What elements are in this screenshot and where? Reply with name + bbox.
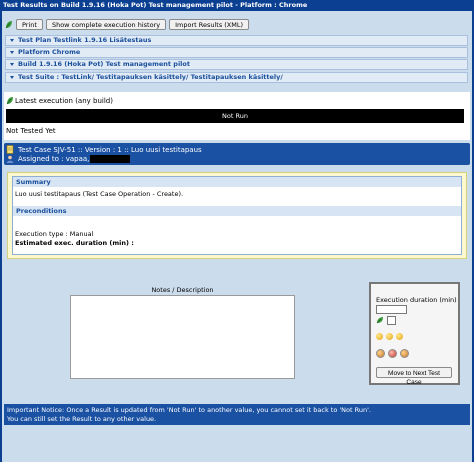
- summary-text: Luo uusi testitapaus (Test Case Operatio…: [15, 190, 184, 198]
- execution-duration-label: Execution duration (min): [376, 296, 457, 304]
- leaf-icon[interactable]: [5, 20, 13, 29]
- show-history-button[interactable]: Show complete execution history: [45, 18, 167, 30]
- summary-heading: Summary: [13, 177, 461, 187]
- leaf-icon[interactable]: [376, 316, 384, 326]
- status-badge: Not Run: [6, 109, 464, 123]
- import-results-button[interactable]: Import Results (XML): [169, 18, 250, 30]
- window-title: Test Results on Build 1.9.16 (Hoka Pot) …: [0, 0, 474, 11]
- toolbar: Print Show complete execution history Im…: [5, 17, 250, 31]
- preconditions-heading: Preconditions: [13, 206, 461, 216]
- notice-line-2: You can still set the Result to any othe…: [7, 414, 157, 423]
- latest-execution-title: Latest execution (any build): [15, 97, 113, 105]
- notes-textarea[interactable]: [70, 295, 295, 379]
- assigned-to: Assigned to : vapaa,: [18, 155, 131, 163]
- fail-bug-icon[interactable]: [388, 349, 397, 358]
- pass-bug-icon[interactable]: [376, 349, 385, 358]
- blocked-bug-icon[interactable]: [400, 349, 409, 358]
- leaf-icon: [6, 96, 14, 107]
- section-platform[interactable]: Platform Chrome: [5, 47, 468, 58]
- checkbox[interactable]: [387, 316, 396, 325]
- execution-type: Execution type : Manual: [15, 230, 94, 238]
- redacted-name: [90, 155, 131, 163]
- not-tested-note: Not Tested Yet: [6, 127, 56, 135]
- estimated-duration: Estimated exec. duration (min) :: [15, 239, 134, 247]
- chevron-down-icon: [10, 50, 14, 54]
- print-button[interactable]: Print: [16, 18, 43, 30]
- chevron-down-icon: [10, 62, 14, 66]
- notice-line-1: Important Notice: Once a Result is updat…: [7, 406, 371, 414]
- section-test-plan[interactable]: Test Plan Testlink 1.9.16 Lisätestaus: [5, 35, 468, 46]
- execution-duration-input[interactable]: [376, 305, 407, 314]
- important-notice: Important Notice: Once a Result is updat…: [4, 404, 470, 425]
- chevron-down-icon: [10, 75, 14, 79]
- blocked-result-icon[interactable]: [396, 333, 403, 340]
- pass-result-icon[interactable]: [376, 333, 383, 340]
- test-case-title: Test Case SJV-51 :: Version : 1 :: Luo u…: [18, 146, 202, 154]
- chevron-down-icon: [10, 38, 14, 42]
- section-build[interactable]: Build 1.9.16 (Hoka Pot) Test management …: [5, 59, 468, 70]
- user-icon: [6, 155, 14, 165]
- move-to-next-button[interactable]: Move to Next Test Case: [376, 367, 452, 386]
- test-case-header: Test Case SJV-51 :: Version : 1 :: Luo u…: [4, 143, 470, 165]
- section-test-suite[interactable]: Test Suite : TestLink/ Testitapauksen kä…: [5, 72, 468, 83]
- fail-result-icon[interactable]: [386, 333, 393, 340]
- notes-label: Notes / Description: [151, 286, 214, 294]
